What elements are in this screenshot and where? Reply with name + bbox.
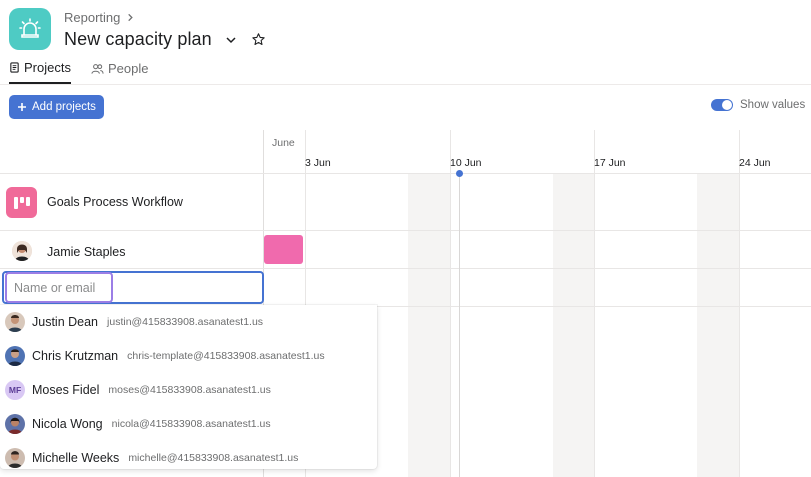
week-label: 10 Jun <box>450 157 482 169</box>
star-icon <box>252 33 265 46</box>
suggestion-email: moses@415833908.asanatest1.us <box>108 384 271 396</box>
list-item[interactable]: MF Moses Fidel moses@415833908.asanatest… <box>0 373 377 407</box>
plus-icon <box>18 103 26 111</box>
person-photo-icon <box>12 241 32 261</box>
person-photo-icon <box>5 448 25 468</box>
suggestion-email: chris-template@415833908.asanatest1.us <box>127 350 325 362</box>
avatar <box>5 312 25 332</box>
suggestion-name: Michelle Weeks <box>32 451 120 465</box>
suggestion-name: Moses Fidel <box>32 383 100 397</box>
tab-projects-label: Projects <box>24 60 71 75</box>
app-icon <box>9 8 51 50</box>
people-icon <box>91 63 104 74</box>
today-marker-line <box>459 173 460 477</box>
breadcrumb-parent[interactable]: Reporting <box>64 10 120 25</box>
suggestion-name: Nicola Wong <box>32 417 103 431</box>
month-label: June <box>272 137 295 149</box>
weekend-shade <box>697 173 739 477</box>
tab-people[interactable]: People <box>91 60 148 84</box>
board-icon <box>13 196 30 209</box>
tabs-divider <box>0 84 811 85</box>
person-photo-icon <box>5 414 25 434</box>
breadcrumb[interactable]: Reporting <box>64 10 135 25</box>
add-projects-button[interactable]: Add projects <box>9 95 104 119</box>
view-tabs: Projects People <box>9 60 148 84</box>
tab-people-label: People <box>107 61 149 76</box>
row-divider <box>0 268 811 269</box>
avatar <box>5 448 25 468</box>
suggestion-email: michelle@415833908.asanatest1.us <box>128 452 299 464</box>
list-item[interactable]: Justin Dean justin@415833908.asanatest1.… <box>0 305 377 339</box>
show-values-toggle[interactable] <box>711 99 733 111</box>
chevron-right-icon <box>128 13 134 22</box>
chevron-down-icon <box>226 36 236 43</box>
week-label: 3 Jun <box>305 157 331 169</box>
show-values-control: Show values <box>711 99 805 111</box>
row-divider <box>0 173 811 174</box>
member-name[interactable]: Jamie Staples <box>47 245 126 259</box>
title-menu-button[interactable] <box>222 31 240 49</box>
tab-projects[interactable]: Projects <box>9 60 71 84</box>
name-or-email-input[interactable] <box>5 272 113 303</box>
person-photo-icon <box>5 312 25 332</box>
week-gridline <box>450 130 451 477</box>
suggestion-name: Justin Dean <box>32 315 99 329</box>
project-icon[interactable] <box>6 187 37 218</box>
week-label: 17 Jun <box>594 157 626 169</box>
avatar <box>5 414 25 434</box>
avatar-initials: MF <box>5 380 25 400</box>
allocation-bar[interactable] <box>264 235 303 264</box>
person-photo-icon <box>5 346 25 366</box>
row-divider <box>0 230 811 231</box>
title-row: New capacity plan <box>64 29 268 50</box>
member-suggestions-dropdown: Justin Dean justin@415833908.asanatest1.… <box>0 305 377 469</box>
week-gridline <box>594 130 595 477</box>
add-projects-label: Add projects <box>32 101 96 113</box>
today-marker-dot <box>456 170 463 177</box>
suggestion-email: justin@415833908.asanatest1.us <box>107 316 264 328</box>
alarm-siren-icon <box>19 18 41 38</box>
avatar <box>12 241 32 261</box>
document-icon <box>10 62 19 73</box>
suggestion-name: Chris Krutzman <box>32 349 119 363</box>
project-name[interactable]: Goals Process Workflow <box>47 195 183 209</box>
list-item[interactable]: Nicola Wong nicola@415833908.asanatest1.… <box>0 407 377 441</box>
suggestion-email: nicola@415833908.asanatest1.us <box>111 418 271 430</box>
week-gridline <box>739 130 740 477</box>
weekend-shade <box>553 173 595 477</box>
list-item[interactable]: Michelle Weeks michelle@415833908.asanat… <box>0 441 377 469</box>
list-item[interactable]: Chris Krutzman chris-template@415833908.… <box>0 339 377 373</box>
avatar <box>5 346 25 366</box>
favorite-button[interactable] <box>250 31 268 49</box>
weekend-shade <box>408 173 450 477</box>
page-title: New capacity plan <box>64 29 212 49</box>
show-values-label: Show values <box>740 99 806 111</box>
week-label: 24 Jun <box>739 157 771 169</box>
